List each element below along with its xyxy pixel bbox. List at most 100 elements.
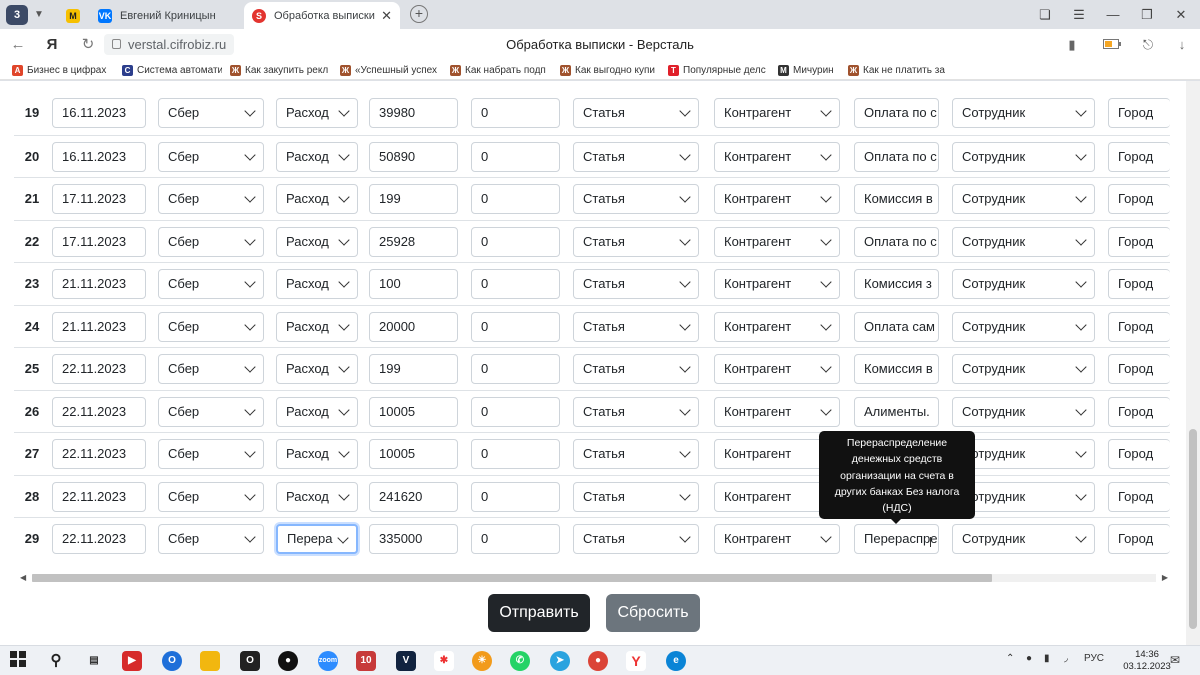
amount-field[interactable]: 20000 [369,311,458,342]
city-field[interactable]: Город [1108,184,1170,214]
operation-type-select[interactable]: Расход [276,184,358,214]
minimize-icon[interactable]: — [1096,0,1130,29]
bank-select[interactable]: Сбер [158,141,264,172]
city-field[interactable]: Город [1108,524,1170,554]
edge-icon[interactable]: e [666,651,686,671]
task-view-icon[interactable]: ▤ [84,651,104,671]
city-field[interactable]: Город [1108,141,1170,172]
bookmark-item[interactable]: A Бизнес в цифрах [12,62,117,78]
operation-type-select[interactable]: Расход [276,396,358,427]
purpose-field[interactable]: Комиссия в [854,184,939,214]
operation-type-select[interactable]: Расход [276,98,358,128]
amount-field[interactable]: 10005 [369,439,458,469]
amount-field[interactable]: 50890 [369,141,458,172]
city-field[interactable]: Город [1108,226,1170,257]
bank-select[interactable]: Сбер [158,354,264,384]
telegram-icon[interactable]: ➤ [550,651,570,671]
counterparty-select[interactable]: Контрагент [714,311,840,342]
purpose-field[interactable]: Оплата сам [854,311,939,342]
date-field[interactable]: 22.11.2023 [52,354,146,384]
menu-icon[interactable]: ☰ [1062,0,1096,29]
battery-icon[interactable] [1102,35,1122,55]
chrome-icon[interactable]: ● [588,651,608,671]
scroll-thumb[interactable] [1189,429,1197,629]
bookmark-item[interactable]: T Популярные делс [668,62,768,78]
whatsapp-icon[interactable]: ✆ [510,651,530,671]
employee-select[interactable]: Сотрудник [952,311,1095,342]
bank-select[interactable]: Сбер [158,311,264,342]
counterparty-select[interactable]: Контрагент [714,226,840,257]
close-icon[interactable]: ✕ [381,8,392,24]
counterparty-select[interactable]: Контрагент [714,396,840,427]
app-icon[interactable]: V [396,651,416,671]
counterparty-select[interactable]: Контрагент [714,354,840,384]
chevron-down-icon[interactable]: ▼ [30,5,48,25]
bookmark-item[interactable]: Ж Как закупить рекл [230,62,330,78]
amount-field[interactable]: 10005 [369,396,458,427]
tab-collection-icon[interactable]: ❏ [1028,0,1062,29]
date-field[interactable]: 22.11.2023 [52,439,146,469]
vat-field[interactable]: 0 [471,184,560,214]
operation-type-select[interactable]: Расход [276,439,358,469]
tab-vk[interactable]: VK Евгений Криницын [90,2,242,29]
new-tab-button[interactable]: + [410,5,428,23]
chevron-up-icon[interactable]: ⌃ [1006,653,1014,664]
vat-field[interactable]: 0 [471,396,560,427]
bookmark-item[interactable]: C Система автомати [122,62,222,78]
vat-field[interactable]: 0 [471,226,560,257]
date-field[interactable]: 16.11.2023 [52,98,146,128]
system-clock[interactable]: 14:36 03.12.2023 [1118,649,1176,673]
vertical-scrollbar[interactable] [1186,81,1200,645]
search-icon[interactable]: ⚲ [46,651,66,671]
microphone-icon[interactable]: ● [1026,653,1032,664]
employee-select[interactable]: Сотрудник [952,396,1095,427]
article-select[interactable]: Статья [573,439,699,469]
bank-select[interactable]: Сбер [158,184,264,214]
date-field[interactable]: 16.11.2023 [52,141,146,172]
employee-select[interactable]: Сотрудник [952,226,1095,257]
tab-mail[interactable]: M [58,2,88,29]
date-field[interactable]: 22.11.2023 [52,481,146,512]
city-field[interactable]: Город [1108,269,1170,299]
employee-select[interactable]: Сотрудник [952,354,1095,384]
app-icon[interactable]: O [240,651,260,671]
article-select[interactable]: Статья [573,226,699,257]
purpose-field[interactable]: Комиссия в [854,354,939,384]
bookmark-item[interactable]: M Мичурин [778,62,842,78]
counterparty-select[interactable]: Контрагент [714,98,840,128]
app-icon[interactable]: ▶ [122,651,142,671]
city-field[interactable]: Город [1108,354,1170,384]
city-field[interactable]: Город [1108,439,1170,469]
article-select[interactable]: Статья [573,184,699,214]
article-select[interactable]: Статья [573,354,699,384]
vat-field[interactable]: 0 [471,141,560,172]
city-field[interactable]: Город [1108,311,1170,342]
article-select[interactable]: Статья [573,396,699,427]
tab-count-badge[interactable]: 3 [6,5,28,25]
city-field[interactable]: Город [1108,98,1170,128]
bank-select[interactable]: Сбер [158,396,264,427]
vat-field[interactable]: 0 [471,311,560,342]
purpose-field[interactable]: Оплата по с [854,98,939,128]
counterparty-select[interactable]: Контрагент [714,141,840,172]
vat-field[interactable]: 0 [471,481,560,512]
purpose-field[interactable]: Оплата по с [854,141,939,172]
bank-select[interactable]: Сбер [158,481,264,512]
bookmark-item[interactable]: Ж «Успешный успех [340,62,440,78]
download-icon[interactable]: ↓ [1172,35,1192,55]
calendar-icon[interactable]: 10 [356,651,376,671]
city-field[interactable]: Город [1108,481,1170,512]
operation-type-select[interactable]: Расход [276,481,358,512]
operation-type-select[interactable]: Расход [276,354,358,384]
bank-select[interactable]: Сбер [158,269,264,299]
scroll-right-icon[interactable]: ▶ [1162,572,1168,583]
city-field[interactable]: Город [1108,396,1170,427]
scroll-thumb[interactable] [32,574,992,582]
date-field[interactable]: 21.11.2023 [52,311,146,342]
app-icon[interactable]: ☀ [472,651,492,671]
restore-icon[interactable]: ❐ [1130,0,1164,29]
vat-field[interactable]: 0 [471,524,560,554]
operation-type-select[interactable]: Перера [276,524,358,554]
date-field[interactable]: 17.11.2023 [52,184,146,214]
date-field[interactable]: 21.11.2023 [52,269,146,299]
